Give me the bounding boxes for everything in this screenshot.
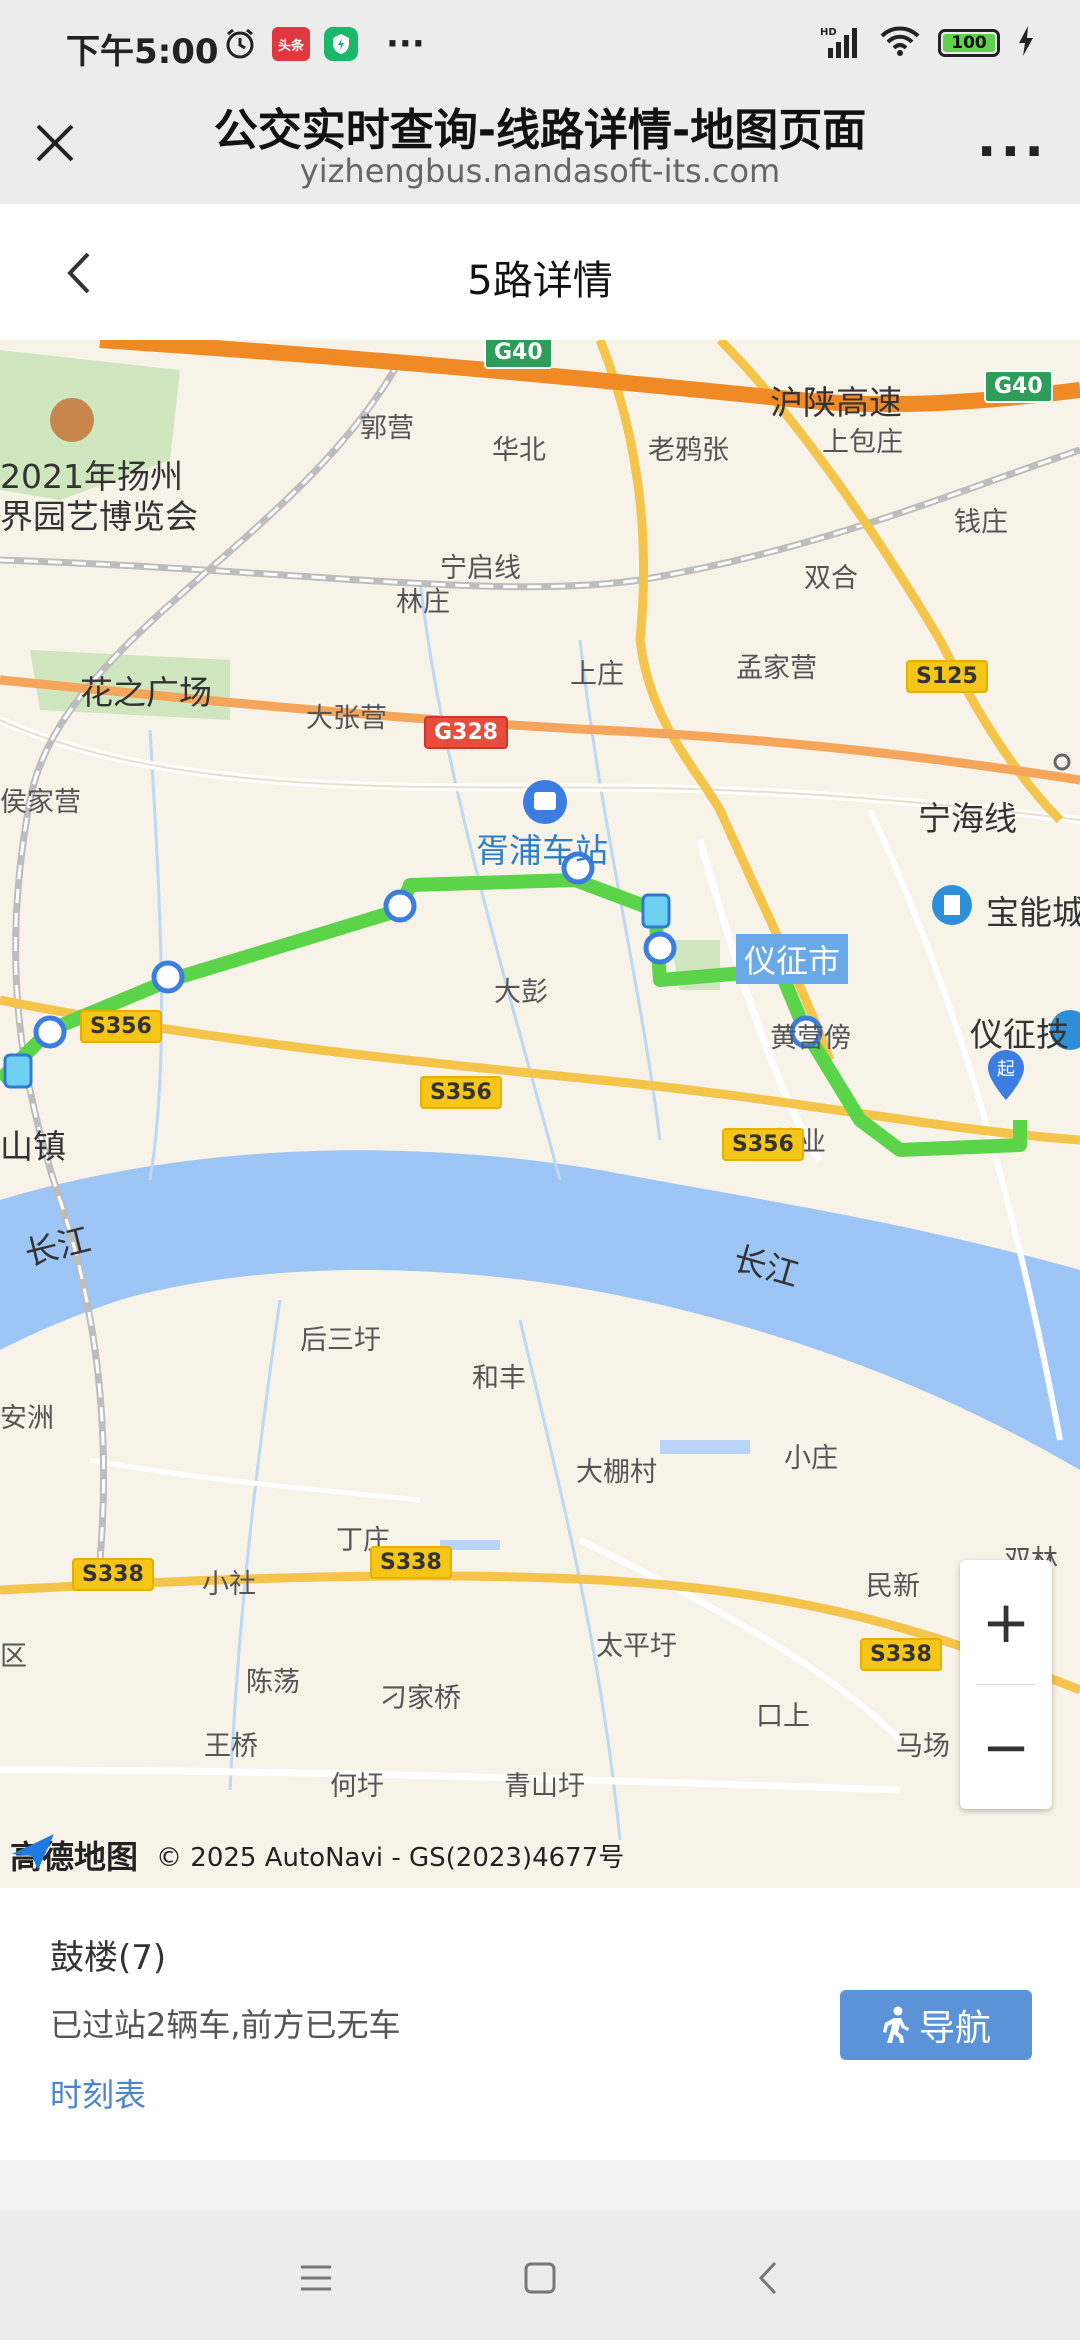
- status-icons-left: 头条 ···: [222, 26, 425, 62]
- page-title: 5路详情: [467, 258, 613, 304]
- bottom-gap: [0, 2160, 1080, 2210]
- battery-level: 100: [943, 33, 995, 53]
- wifi-icon: [880, 25, 920, 61]
- map-place-label: 郭营: [360, 413, 414, 444]
- map-place-label: 青山圩: [504, 1771, 585, 1802]
- road-badge: S338: [72, 1558, 154, 1591]
- map-place-label: 林庄: [396, 587, 450, 618]
- news-app-icon: 头条: [272, 27, 310, 61]
- browser-title: 公交实时查询-线路详情-地图页面: [213, 105, 867, 156]
- map-copyright: © 2025 AutoNavi - GS(2023)4677号: [156, 1842, 625, 1873]
- bus-status-text: 已过站2辆车,前方已无车: [50, 2006, 401, 2044]
- more-menu-icon[interactable]: ···: [977, 122, 1048, 182]
- zoom-in-button[interactable]: +: [960, 1560, 1052, 1684]
- page-header: 5路详情: [0, 204, 1080, 340]
- road-badge: S338: [860, 1638, 942, 1671]
- road-badge: S356: [420, 1076, 502, 1109]
- alarm-icon: [222, 26, 258, 62]
- map-place-label: 王桥: [204, 1731, 258, 1762]
- map-place-label: 小社: [202, 1569, 256, 1600]
- map-place-label: 仪征技: [970, 1015, 1069, 1054]
- station-info-panel: 鼓楼(7) 已过站2辆车,前方已无车 时刻表 导航: [0, 1888, 1080, 2160]
- station-name: 鼓楼(7): [50, 1938, 167, 1978]
- map-place-label: 双合: [804, 563, 858, 594]
- road-badge: G40: [484, 340, 553, 369]
- navigate-button[interactable]: 导航: [840, 1990, 1032, 2060]
- map-place-label: 小庄: [784, 1443, 838, 1474]
- map-place-label: 老鸦张: [648, 435, 729, 466]
- map-place-label: 刁家桥: [380, 1683, 461, 1714]
- road-badge: S356: [80, 1010, 162, 1043]
- map-place-label: 华北: [492, 435, 546, 466]
- svg-text:HD: HD: [820, 27, 837, 38]
- status-icons-right: HD 100: [820, 24, 1034, 62]
- road-badge: S356: [722, 1128, 804, 1161]
- road-badge: G40: [984, 370, 1053, 403]
- signal-icon: HD: [820, 24, 862, 62]
- map-place-label: 大张营: [306, 703, 387, 734]
- map-place-label: 黄营傍: [770, 1023, 851, 1054]
- map-place-label: 大彭: [494, 977, 548, 1008]
- location-pin-icon: 起: [988, 1050, 1024, 1100]
- start-marker-label: 起: [997, 1059, 1015, 1080]
- road-badge: S338: [370, 1546, 452, 1579]
- road-badge: S125: [906, 660, 988, 693]
- amap-logo-icon: [12, 1834, 54, 1870]
- map-place-label: 大棚村: [576, 1457, 657, 1488]
- charging-icon: [1018, 26, 1034, 60]
- walk-icon: [882, 2006, 909, 2043]
- map-place-label: 口上: [756, 1701, 810, 1732]
- map-place-label: 宁启线: [440, 553, 521, 584]
- browser-header: 公交实时查询-线路详情-地图页面 yizhengbus.nandasoft-it…: [0, 92, 1080, 204]
- map-place-label: 侯家营: [0, 787, 81, 818]
- map-place-label: 胥浦车站: [476, 831, 608, 870]
- more-notifications-icon: ···: [386, 24, 425, 64]
- shield-app-icon: [324, 27, 358, 61]
- navigate-label: 导航: [918, 2008, 991, 2049]
- zoom-out-button[interactable]: −: [960, 1685, 1052, 1809]
- map-place-label: 安洲: [0, 1403, 54, 1434]
- status-bar: 下午5:00 头条 ··· HD 100: [0, 0, 1080, 92]
- map-place-label: 孟家营: [736, 653, 817, 684]
- map-place-label: 民新: [866, 1571, 920, 1602]
- map-place-label: 钱庄: [954, 507, 1008, 538]
- home-icon[interactable]: [510, 2248, 570, 2308]
- map-place-label: 何圩: [330, 1771, 384, 1802]
- map-place-label: 区: [0, 1641, 27, 1672]
- status-time: 下午5:00: [66, 32, 219, 72]
- zoom-control: + −: [960, 1560, 1052, 1809]
- map-place-label: 山镇: [0, 1127, 66, 1166]
- back-nav-icon[interactable]: [738, 2248, 798, 2308]
- map-place-label: 马场: [896, 1731, 950, 1762]
- map-place-label: 宝能城: [986, 893, 1080, 932]
- browser-url: yizhengbus.nandasoft-its.com: [299, 152, 781, 190]
- map-place-label: 陈荡: [246, 1667, 300, 1698]
- map-place-label: 沪陕高速: [770, 383, 902, 422]
- timetable-link[interactable]: 时刻表: [50, 2070, 146, 2116]
- battery-icon: 100: [938, 29, 1000, 57]
- city-tag: 仪征市: [736, 934, 849, 984]
- map-place-label: 和丰: [472, 1363, 526, 1394]
- map-place-label: 上包庄: [822, 427, 903, 458]
- map-place-label: 花之广场: [80, 673, 212, 712]
- road-badge: G328: [424, 716, 508, 749]
- map-view[interactable]: 郭营 华北 老鸦张 上包庄 钱庄 2021年扬州 界园艺博览会 宁启线 林庄 双…: [0, 340, 1080, 1888]
- map-place-label: 界园艺博览会: [0, 497, 198, 536]
- menu-icon[interactable]: [286, 2248, 346, 2308]
- map-place-label: 上庄: [570, 659, 624, 690]
- system-nav-bar: [0, 2210, 1080, 2340]
- map-attribution: 高德地图 © 2025 AutoNavi - GS(2023)4677号: [10, 1832, 624, 1878]
- map-place-label: 太平圩: [596, 1631, 677, 1662]
- map-place-label: 宁海线: [918, 799, 1017, 838]
- map-place-label: 后三圩: [300, 1325, 381, 1356]
